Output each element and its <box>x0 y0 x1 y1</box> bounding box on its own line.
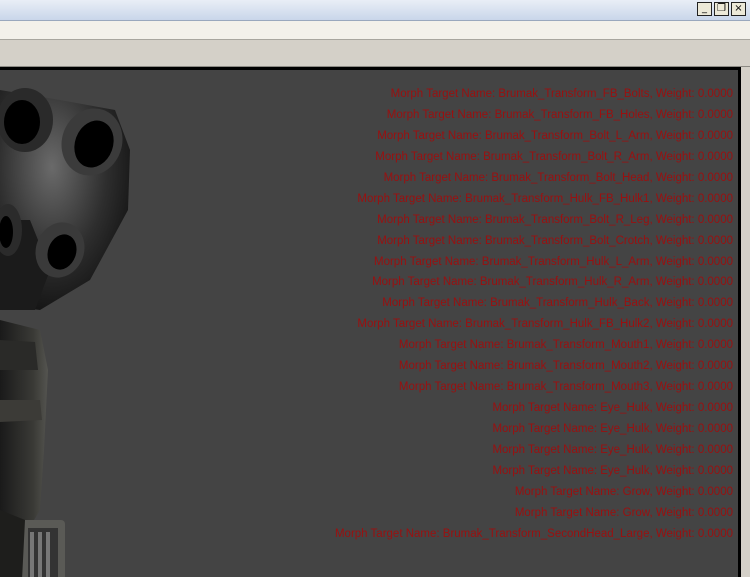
morph-target-overlay: Morph Target Name: Brumak_Transform_FB_B… <box>335 84 733 545</box>
3d-viewport[interactable]: Morph Target Name: Brumak_Transform_FB_B… <box>0 67 741 577</box>
morph-target-line: Morph Target Name: Brumak_Transform_Hulk… <box>374 255 733 268</box>
morph-target-line: Morph Target Name: Grow, Weight: 0.0000 <box>514 506 733 519</box>
morph-target-line: Morph Target Name: Brumak_Transform_Bolt… <box>375 150 733 163</box>
morph-target-line: Morph Target Name: Brumak_Transform_Bolt… <box>383 171 733 184</box>
window-titlebar: _ ❐ × <box>0 0 750 21</box>
morph-target-line: Morph Target Name: Eye_Hulk, Weight: 0.0… <box>492 464 733 477</box>
morph-target-line: Morph Target Name: Eye_Hulk, Weight: 0.0… <box>492 402 733 415</box>
morph-target-line: Morph Target Name: Eye_Hulk, Weight: 0.0… <box>492 443 733 456</box>
morph-target-line: Morph Target Name: Brumak_Transform_Hulk… <box>357 318 733 331</box>
toolbar-strip <box>0 40 750 67</box>
close-button[interactable]: × <box>731 2 746 16</box>
morph-target-line: Morph Target Name: Eye_Hulk, Weight: 0.0… <box>492 423 733 435</box>
minimize-button[interactable]: _ <box>697 2 712 16</box>
brumak-model-render <box>0 88 130 577</box>
morph-target-line: Morph Target Name: Brumak_Transform_Hulk… <box>372 276 733 289</box>
menu-strip <box>0 21 750 40</box>
morph-target-line: Morph Target Name: Grow, Weight: 0.0000 <box>514 485 733 498</box>
window-right-border <box>741 67 750 577</box>
morph-target-line: Morph Target Name: Brumak_Transform_Seco… <box>334 527 733 540</box>
morph-target-line: Morph Target Name: Brumak_Transform_FB_H… <box>386 108 733 121</box>
morph-target-line: Morph Target Name: Brumak_Transform_Bolt… <box>377 129 733 142</box>
restore-button[interactable]: ❐ <box>714 2 729 16</box>
morph-target-line: Morph Target Name: Brumak_Transform_Bolt… <box>377 234 733 247</box>
morph-target-line: Morph Target Name: Brumak_Transform_Hulk… <box>382 297 733 310</box>
morph-target-line: Morph Target Name: Brumak_Transform_FB_B… <box>390 88 733 100</box>
morph-target-line: Morph Target Name: Brumak_Transform_Hulk… <box>357 192 733 205</box>
morph-target-line: Morph Target Name: Brumak_Transform_Mout… <box>398 339 733 352</box>
morph-target-line: Morph Target Name: Brumak_Transform_Mout… <box>398 381 733 394</box>
morph-target-line: Morph Target Name: Brumak_Transform_Bolt… <box>377 213 733 226</box>
morph-target-line: Morph Target Name: Brumak_Transform_Mout… <box>398 360 733 373</box>
window-controls: _ ❐ × <box>697 2 746 16</box>
